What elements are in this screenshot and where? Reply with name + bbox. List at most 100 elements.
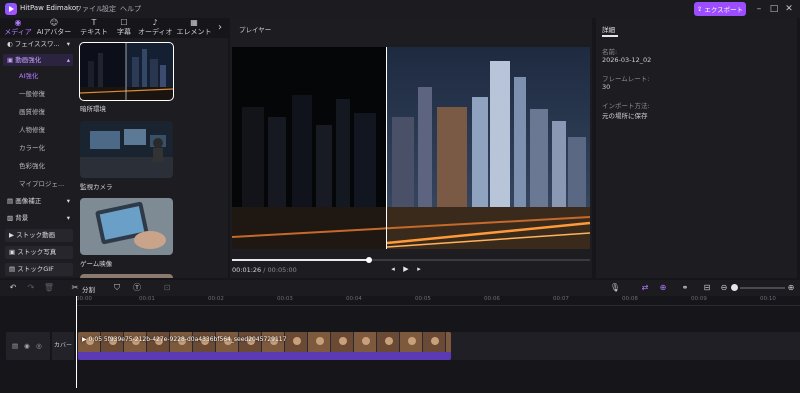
magnet-icon[interactable]: ⊕ (656, 281, 670, 295)
ruler-tick: 00:05 (415, 296, 431, 302)
tabs-next-chevron-icon[interactable]: › (214, 18, 226, 38)
sidebar-sub-ai-enhance[interactable]: AI強化 (3, 70, 73, 82)
zoom-out-icon[interactable]: ⊖ (717, 281, 731, 295)
tab-text[interactable]: T テキスト (78, 18, 110, 38)
track-mute-icon[interactable]: ◎ (36, 342, 42, 350)
redo-icon[interactable]: ↷ (24, 281, 38, 295)
clip-audio-waveform (78, 352, 451, 360)
asset-thumbnail-game-footage[interactable] (80, 198, 173, 255)
marker-icon[interactable]: ⛉ (110, 281, 124, 295)
tab-details[interactable]: 詳細 (602, 24, 615, 34)
cover-button[interactable]: カバー (52, 332, 74, 360)
ruler-tick: 00:07 (553, 296, 569, 302)
stock-photo-button[interactable]: ▣ ストック写真 (5, 246, 73, 259)
crop-icon[interactable]: ⊡ (160, 281, 174, 295)
play-icon[interactable]: ▶ (401, 264, 411, 274)
link-icon[interactable]: ⇄ (638, 281, 652, 295)
image-correction-icon: ▤ (7, 197, 16, 205)
zoom-knob[interactable] (731, 284, 738, 291)
track-visibility-icon[interactable]: ◉ (24, 342, 30, 350)
menu-settings[interactable]: 設定 (102, 4, 116, 14)
microphone-icon[interactable]: 🎙 (608, 281, 622, 295)
sidebar-item-image-correction-label: 画像補正 (15, 197, 42, 205)
sidebar-sub-colorize[interactable]: カラー化 (3, 142, 73, 154)
sidebar-sub-my-projects[interactable]: マイプロジェ... (3, 178, 73, 190)
zoom-slider[interactable] (740, 287, 785, 289)
filmstrip-frame-subject (408, 337, 416, 345)
filmstrip-frame-subject (431, 337, 439, 345)
asset-thumbnail-next[interactable] (80, 274, 173, 278)
split-icon[interactable]: ✂ (68, 281, 82, 295)
export-button[interactable]: ⇪ エクスポート (694, 2, 746, 16)
stock-video-button[interactable]: ▶ ストック動画 (5, 229, 73, 242)
audio-icon: ♪ (152, 18, 158, 27)
track-lock-icon[interactable]: ▤ (12, 342, 18, 350)
sidebar-sub-general-repair[interactable]: 一般修復 (3, 88, 73, 100)
previous-frame-icon[interactable]: ◂ (388, 264, 398, 274)
next-frame-icon[interactable]: ▸ (414, 264, 424, 274)
playhead[interactable] (76, 296, 77, 388)
current-time: 00:01:26 (232, 266, 262, 274)
zoom-in-icon[interactable]: ⊕ (784, 281, 798, 295)
tab-active-indicator (602, 35, 618, 37)
undo-icon[interactable]: ↶ (6, 281, 20, 295)
video-preview[interactable] (232, 47, 590, 249)
sidebar-item-background[interactable]: ▨ 背景 ▾ (3, 212, 73, 224)
stock-gif-button[interactable]: ▤ ストックGIF (5, 263, 73, 276)
split-label[interactable]: 分割 (82, 284, 95, 294)
left-sidebar: ◐ フェイススワ... ▾ ▣ 動画強化 ▴ AI強化 一般修復 画質修復 人物… (0, 38, 76, 278)
tab-element[interactable]: ▦ エレメント (176, 18, 212, 38)
filmstrip-frame-subject (293, 337, 301, 345)
sidebar-item-image-correction[interactable]: ▤ 画像補正 ▾ (3, 195, 73, 207)
asset-panel: 暗所環境 監視カメラ ゲーム映像 (76, 38, 228, 278)
stock-photo-label: ストック写真 (17, 248, 57, 256)
clip-name-label: 0:05 5f939e75-212b-427e-9228-d0a4336bf56… (88, 336, 287, 343)
text-icon: T (91, 18, 97, 27)
asset-thumbnail-security-camera[interactable] (80, 121, 173, 178)
next-thumbnail-image (80, 274, 173, 278)
filmstrip-frame (446, 332, 451, 352)
tab-media-label: メディア (4, 28, 32, 36)
stock-gif-icon: ▤ (9, 265, 18, 273)
text-tool-icon[interactable]: Ⓣ (130, 281, 144, 295)
filmstrip-frame-subject (339, 337, 347, 345)
tab-text-label: テキスト (80, 28, 108, 36)
asset-label: ゲーム映像 (80, 260, 113, 268)
clip-name: ▶ 0:05 5f939e75-212b-427e-9228-d0a4336bf… (82, 336, 286, 343)
sidebar-sub-color-enhance[interactable]: 色彩強化 (3, 160, 73, 172)
chain-icon[interactable]: ⚭ (678, 281, 692, 295)
menu-help[interactable]: ヘルプ (120, 4, 141, 14)
export-icon: ⇪ (696, 5, 703, 13)
delete-icon[interactable]: 🗑 (42, 281, 56, 295)
ruler-tick: 00:02 (208, 296, 224, 302)
timecode: 00:01:26 / 00:05:00 (232, 266, 297, 274)
chevron-down-icon: ▾ (66, 40, 70, 48)
tab-caption[interactable]: ☐ 字幕 (114, 18, 134, 38)
name-label: 名前: (602, 48, 618, 56)
sidebar-item-background-label: 背景 (15, 214, 29, 222)
maximize-icon[interactable]: □ (767, 2, 781, 16)
sidebar-sub-quality-repair[interactable]: 画質修復 (3, 106, 73, 118)
minimize-icon[interactable]: – (752, 2, 766, 16)
name-value: 2026-03-12_02 (602, 56, 652, 64)
timeline-ruler[interactable]: 00:00 00:01 00:02 00:03 00:04 00:05 00:0… (76, 296, 800, 306)
export-label: エクスポート (704, 6, 744, 14)
sidebar-item-video-enhance[interactable]: ▣ 動画強化 ▴ (3, 54, 73, 66)
chevron-down-icon: ▾ (66, 197, 70, 205)
tab-media[interactable]: ◉ メディア (4, 18, 32, 38)
sidebar-sub-portrait-repair[interactable]: 人物修復 (3, 124, 73, 136)
element-icon: ▦ (190, 18, 198, 27)
tab-audio[interactable]: ♪ オーディオ (138, 18, 173, 38)
progress-knob[interactable] (365, 257, 372, 263)
ruler-tick: 00:10 (760, 296, 776, 302)
menu-file[interactable]: ファイル (75, 4, 103, 14)
tab-ai-avatar[interactable]: ☺ AIアバター (36, 18, 72, 38)
chevron-up-icon: ▴ (66, 56, 70, 64)
progress-fill (232, 259, 369, 261)
ruler-tick: 00:01 (139, 296, 155, 302)
caption-toggle-icon[interactable]: ⊟ (700, 281, 714, 295)
close-icon[interactable]: ✕ (782, 2, 796, 16)
asset-thumbnail-low-light[interactable] (79, 42, 174, 101)
sidebar-item-face-swap-label: フェイススワ... (14, 40, 60, 48)
sidebar-item-face-swap[interactable]: ◐ フェイススワ... ▾ (3, 38, 73, 50)
